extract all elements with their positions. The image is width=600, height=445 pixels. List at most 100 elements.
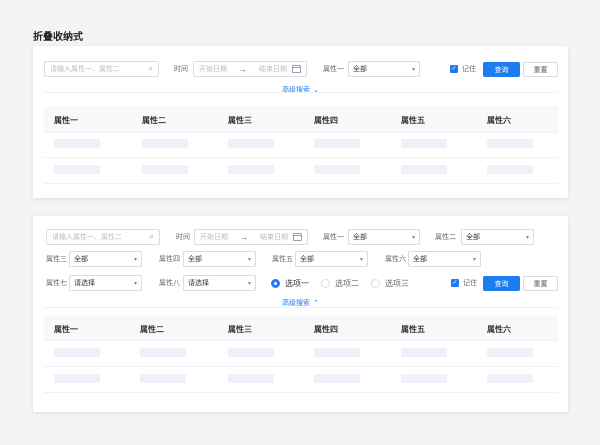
divider — [44, 307, 558, 308]
chevron-down-icon: ▾ — [472, 256, 476, 263]
row-divider — [44, 132, 558, 133]
chevron-down-icon: ▾ — [247, 280, 251, 287]
chevron-down-icon: ▾ — [411, 234, 415, 241]
check-icon: ✓ — [450, 65, 458, 73]
column-header: 属性五 — [401, 325, 425, 334]
skeleton-cell — [228, 374, 274, 383]
column-header: 属性二 — [140, 325, 164, 334]
skeleton-cell — [54, 374, 100, 383]
skeleton-cell — [487, 165, 533, 174]
date-start: 开始日期 — [199, 66, 227, 73]
attr7-select[interactable]: 请选择 ▾ — [69, 275, 142, 291]
row-divider — [44, 366, 558, 367]
column-header: 属性六 — [487, 325, 511, 334]
row-divider — [44, 183, 558, 184]
column-header: 属性三 — [228, 116, 252, 125]
reset-button[interactable]: 重置 — [523, 62, 558, 77]
query-button[interactable]: 查询 — [483, 62, 520, 77]
time-label: 时间 — [176, 234, 190, 241]
query-button[interactable]: 查询 — [483, 276, 520, 291]
search-input[interactable]: 请输入属性一、属性二 ⌕ — [46, 229, 160, 245]
column-header: 属性三 — [228, 325, 252, 334]
remember-label: 记住 — [462, 66, 476, 73]
search-placeholder: 请输入属性一、属性二 — [52, 234, 122, 241]
skeleton-cell — [487, 139, 533, 148]
skeleton-cell — [142, 139, 188, 148]
attr6-label: 属性六 — [385, 256, 406, 263]
skeleton-cell — [142, 165, 188, 174]
chevron-down-icon: ▾ — [525, 234, 529, 241]
search-input[interactable]: 请输入属性一、属性二 ⌕ — [44, 61, 159, 77]
search-card-collapsed: 请输入属性一、属性二 ⌕ 时间 开始日期 → 结束日期 属性一 全部 ▾ ✓ 记… — [33, 46, 568, 198]
attr1-value: 全部 — [353, 234, 367, 241]
remember-checkbox[interactable]: ✓ 记住 — [451, 275, 477, 291]
attr8-select[interactable]: 请选择 ▾ — [183, 275, 256, 291]
chevron-down-icon: ▾ — [359, 256, 363, 263]
time-label: 时间 — [174, 66, 188, 73]
column-header: 属性五 — [401, 116, 425, 125]
calendar-icon — [293, 233, 302, 241]
skeleton-cell — [314, 165, 360, 174]
attr1-label: 属性一 — [323, 234, 344, 241]
chevron-down-icon: ▾ — [133, 280, 137, 287]
radio-label: 选项一 — [285, 278, 309, 288]
row-divider — [44, 157, 558, 158]
attr4-label: 属性四 — [159, 256, 180, 263]
attr5-select[interactable]: 全部 ▾ — [295, 251, 368, 267]
attr1-select[interactable]: 全部 ▾ — [348, 61, 420, 77]
skeleton-cell — [140, 374, 186, 383]
remember-checkbox[interactable]: ✓ 记住 — [450, 61, 476, 77]
radio-label: 选项三 — [385, 278, 409, 288]
attr7-value: 请选择 — [74, 280, 95, 287]
attr1-label: 属性一 — [323, 66, 344, 73]
attr6-value: 全部 — [413, 256, 427, 263]
attr5-value: 全部 — [300, 256, 314, 263]
radio-label: 选项二 — [335, 278, 359, 288]
search-card-expanded: 请输入属性一、属性二 ⌕ 时间 开始日期 → 结束日期 属性一 全部 ▾ 属性二… — [33, 216, 568, 412]
chevron-up-icon: ⌃ — [313, 300, 319, 307]
attr4-select[interactable]: 全部 ▾ — [183, 251, 256, 267]
advanced-search-toggle[interactable]: 高级搜索 ⌄ — [33, 85, 568, 95]
page-title: 折叠收纳式 — [33, 32, 83, 43]
skeleton-cell — [314, 348, 360, 357]
skeleton-cell — [54, 348, 100, 357]
column-header: 属性四 — [314, 116, 338, 125]
skeleton-cell — [54, 139, 100, 148]
reset-button[interactable]: 重置 — [523, 276, 558, 291]
attr2-select[interactable]: 全部 ▾ — [461, 229, 534, 245]
attr1-value: 全部 — [353, 66, 367, 73]
date-end: 结束日期 — [259, 66, 287, 73]
column-header: 属性二 — [142, 116, 166, 125]
attr6-select[interactable]: 全部 ▾ — [408, 251, 481, 267]
date-arrow: → — [239, 64, 247, 74]
column-header: 属性六 — [487, 116, 511, 125]
radio-option-3[interactable]: 选项三 — [371, 275, 409, 291]
search-icon: ⌕ — [148, 64, 153, 73]
row-divider — [44, 340, 558, 341]
skeleton-cell — [54, 165, 100, 174]
attr2-value: 全部 — [466, 234, 480, 241]
radio-checked-icon — [271, 278, 280, 288]
attr8-value: 请选择 — [188, 280, 209, 287]
radio-option-2[interactable]: 选项二 — [321, 275, 359, 291]
row-divider — [44, 392, 558, 393]
check-icon: ✓ — [451, 279, 459, 287]
skeleton-cell — [140, 348, 186, 357]
skeleton-cell — [487, 348, 533, 357]
attr5-label: 属性五 — [272, 256, 293, 263]
skeleton-cell — [314, 374, 360, 383]
date-range-picker[interactable]: 开始日期 → 结束日期 — [194, 229, 308, 245]
search-placeholder: 请输入属性一、属性二 — [50, 66, 120, 73]
column-header: 属性一 — [54, 325, 78, 334]
date-start: 开始日期 — [200, 234, 228, 241]
skeleton-cell — [401, 348, 447, 357]
date-end: 结束日期 — [260, 234, 288, 241]
skeleton-cell — [228, 139, 274, 148]
skeleton-cell — [487, 374, 533, 383]
radio-option-1[interactable]: 选项一 — [271, 275, 309, 291]
attr1-select[interactable]: 全部 ▾ — [348, 229, 420, 245]
date-range-picker[interactable]: 开始日期 → 结束日期 — [193, 61, 307, 77]
column-header: 属性一 — [54, 116, 78, 125]
attr3-select[interactable]: 全部 ▾ — [69, 251, 142, 267]
calendar-icon — [292, 65, 301, 73]
